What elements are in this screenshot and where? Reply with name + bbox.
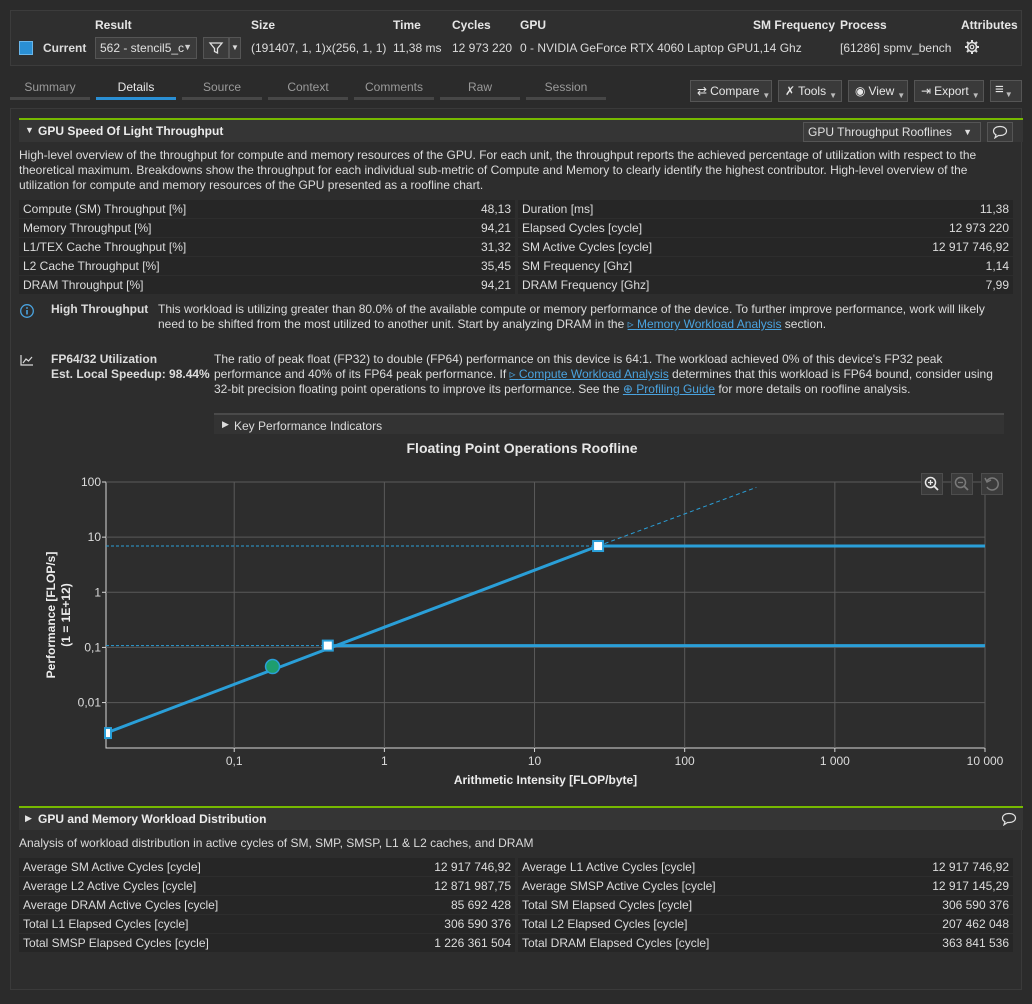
table-row: Average SM Active Cycles [cycle] 12 917 7… [19,858,1013,877]
ridge-point-marker [592,540,605,553]
reset-zoom-button[interactable] [981,473,1003,495]
y-tick-label: 10 [88,530,102,544]
workload-section-header[interactable]: ▶ GPU and Memory Workload Distribution [19,806,1023,830]
start-point-marker [104,727,112,740]
undo-icon [984,477,999,491]
metric-name: Total L1 Elapsed Cycles [cycle] [23,917,189,931]
metric-value: 85 692 428 [450,898,511,912]
expand-icon: ▶ [25,813,32,823]
comment-icon [1001,812,1017,827]
metric-name: Total DRAM Elapsed Cycles [cycle] [522,936,710,950]
x-tick-label: 0,1 [226,754,243,768]
plot-area [105,481,986,749]
x-tick-label: 100 [675,754,695,768]
metric-value: 363 841 536 [942,936,1009,950]
y-axis-label: Performance [FLOP/s] [44,552,58,679]
x-axis-label: Arithmetic Intensity [FLOP/byte] [454,773,637,787]
y-tick-label: 0,1 [84,640,101,654]
metric-value: 12 917 145,29 [932,879,1009,893]
workload-description: Analysis of workload distribution in act… [19,836,534,850]
zoom-in-button[interactable] [921,473,943,495]
metric-value: 12 917 746,92 [932,860,1009,874]
metric-name: Average DRAM Active Cycles [cycle] [23,898,219,912]
metric-value: 306 590 376 [942,898,1009,912]
table-row: Average L2 Active Cycles [cycle] 12 871 9… [19,877,1013,896]
metric-name: Average L1 Active Cycles [cycle] [522,860,696,874]
zoom-out-button[interactable] [951,473,973,495]
y-tick-label: 100 [81,475,101,489]
table-row: Total SMSP Elapsed Cycles [cycle] 1 226 3… [19,934,1013,953]
metric-name: Total SM Elapsed Cycles [cycle] [522,898,693,912]
zoom-in-icon [924,476,939,491]
metric-value: 306 590 376 [444,917,511,931]
achieved-point [264,658,281,675]
metric-value: 207 462 048 [942,917,1009,931]
x-tick-label: 1 000 [820,754,850,768]
metric-value: 12 917 746,92 [434,860,511,874]
table-row: Average DRAM Active Cycles [cycle] 85 692… [19,896,1013,915]
metric-name: Average L2 Active Cycles [cycle] [23,879,197,893]
metric-name: Average SMSP Active Cycles [cycle] [522,879,716,893]
x-tick-label: 10 [528,754,542,768]
metric-value: 12 871 987,75 [434,879,511,893]
y-tick-label: 0,01 [78,696,102,710]
metric-value: 1 226 361 504 [434,936,511,950]
ridge-point-marker [321,639,334,652]
metric-name: Average SM Active Cycles [cycle] [23,860,201,874]
x-tick-label: 1 [381,754,388,768]
y-axis-unit-label: (1 = 1E+12) [59,583,73,646]
table-row: Total L1 Elapsed Cycles [cycle] 306 590 3… [19,915,1013,934]
y-tick-label: 1 [94,585,101,599]
comment-button[interactable] [1001,810,1017,829]
x-tick-label: 10 000 [967,754,1004,768]
chart-grid [102,481,986,752]
roofline-chart[interactable]: 0,1 1 10 100 1 000 10 000 0,01 0,1 1 10 100 Arithme… [0,0,1032,800]
workload-section-title: GPU and Memory Workload Distribution [38,812,267,826]
metric-name: Total SMSP Elapsed Cycles [cycle] [23,936,209,950]
metric-name: Total L2 Elapsed Cycles [cycle] [522,917,688,931]
zoom-out-icon [954,476,969,491]
